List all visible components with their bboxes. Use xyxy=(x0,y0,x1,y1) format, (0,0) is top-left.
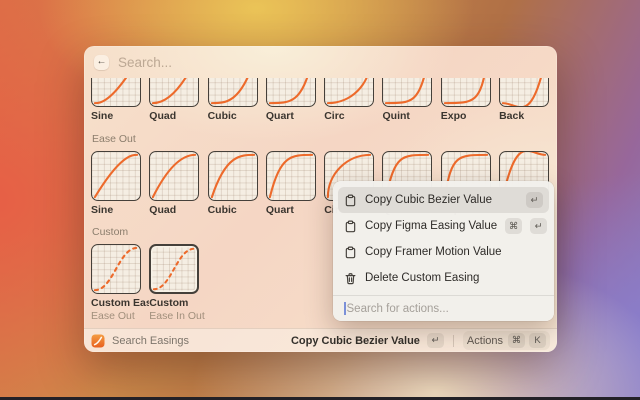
cmd-key-badge: ⌘ xyxy=(508,333,525,348)
menu-item-copy-cubic-bezier-value[interactable]: Copy Cubic Bezier Value ↵ xyxy=(338,187,549,213)
easing-card-custom-eas[interactable] xyxy=(91,244,141,294)
easing-curve-plot xyxy=(442,78,490,106)
easing-curve-plot xyxy=(150,78,198,106)
easing-card-circ[interactable] xyxy=(324,78,374,107)
menu-item-copy-framer-motion-value[interactable]: Copy Framer Motion Value xyxy=(338,239,549,265)
easing-name: Cubic xyxy=(208,110,266,122)
easing-card-quad[interactable] xyxy=(149,78,199,107)
section-ease-in: SineQuadCubicQuartCircQuintExpoBack xyxy=(91,78,550,122)
easing-cell: Quart xyxy=(266,78,316,122)
footer-bar: Search Easings Copy Cubic Bezier Value ↵… xyxy=(84,328,557,352)
easing-cell: Expo xyxy=(441,78,491,122)
section-header: Ease Out xyxy=(92,133,550,145)
easing-name: Sine xyxy=(91,110,149,122)
easing-curve-plot xyxy=(209,78,257,106)
easing-cell: Quad xyxy=(149,151,199,216)
easing-cell: Quad xyxy=(149,78,199,122)
easing-name: Circ xyxy=(324,110,382,122)
easing-curve-plot xyxy=(325,78,373,106)
back-button[interactable]: ← xyxy=(94,55,109,70)
easing-name: Quart xyxy=(266,204,324,216)
easing-name: Quint xyxy=(382,110,440,122)
trash-icon xyxy=(344,272,357,285)
action-search-placeholder: Search for actions... xyxy=(347,303,449,315)
easing-cell: Quint xyxy=(382,78,432,122)
app-icon xyxy=(91,334,105,348)
action-search-input[interactable]: Search for actions... xyxy=(333,296,554,321)
easing-card-quint[interactable] xyxy=(382,78,432,107)
easing-curve-plot xyxy=(267,152,315,200)
action-menu-popover: Copy Cubic Bezier Value↵Copy Figma Easin… xyxy=(333,181,554,321)
actions-button[interactable]: Actions ⌘ K xyxy=(463,331,550,350)
clipboard-icon xyxy=(344,246,357,259)
menu-item-copy-figma-easing-value[interactable]: Copy Figma Easing Value ⌘ ↵ xyxy=(338,213,549,239)
easing-curve-plot xyxy=(209,152,257,200)
menu-item-label: Delete Custom Easing xyxy=(365,272,543,284)
easing-row: SineQuadCubicQuartCircQuintExpoBack xyxy=(91,78,550,122)
menu-item-label: Copy Figma Easing Value xyxy=(365,220,497,232)
clipboard-icon xyxy=(344,194,357,207)
easing-card-sine[interactable] xyxy=(91,78,141,107)
raycast-window: ← Search... SineQuadCubicQuartCircQuintE… xyxy=(84,46,557,352)
menu-item-label: Copy Cubic Bezier Value xyxy=(365,194,518,206)
footer-primary-action[interactable]: Copy Cubic Bezier Value xyxy=(291,335,420,347)
easing-cell: Cubic xyxy=(208,151,258,216)
easing-name: Back xyxy=(499,110,557,122)
easing-card-expo[interactable] xyxy=(441,78,491,107)
easing-name: Custom Eas… xyxy=(91,297,149,309)
easing-name: Expo xyxy=(441,110,499,122)
easing-card-cubic[interactable] xyxy=(208,78,258,107)
easing-cell: Circ xyxy=(324,78,374,122)
easing-subtitle: Ease Out xyxy=(91,310,149,322)
easing-curve-plot xyxy=(267,78,315,106)
easing-subtitle: Ease In Out xyxy=(149,310,207,322)
easing-cell: Quart xyxy=(266,151,316,216)
easing-curve-plot xyxy=(150,152,198,200)
easing-curve-plot xyxy=(383,78,431,106)
easing-cell: Cubic xyxy=(208,78,258,122)
k-key-badge: K xyxy=(529,333,546,348)
menu-item-label: Copy Framer Motion Value xyxy=(365,246,543,258)
easing-curve-plot xyxy=(92,78,140,106)
search-input[interactable]: Search... xyxy=(118,55,172,70)
easing-name: Quad xyxy=(149,204,207,216)
actions-label: Actions xyxy=(467,335,503,347)
window-header: ← Search... xyxy=(84,46,557,78)
footer-app-name: Search Easings xyxy=(112,335,284,347)
easing-card-cubic[interactable] xyxy=(208,151,258,201)
easing-cell: Sine xyxy=(91,151,141,216)
action-menu-items: Copy Cubic Bezier Value↵Copy Figma Easin… xyxy=(333,187,554,291)
easing-name: Quart xyxy=(266,110,324,122)
easing-cell: CustomEase In Out xyxy=(149,244,199,322)
easing-name: Custom xyxy=(149,297,207,309)
desktop-background: ← Search... SineQuadCubicQuartCircQuintE… xyxy=(0,0,640,400)
easing-card-quart[interactable] xyxy=(266,78,316,107)
easing-name: Quad xyxy=(149,110,207,122)
easing-name: Cubic xyxy=(208,204,266,216)
easing-cell: Custom Eas…Ease Out xyxy=(91,244,141,322)
key-badge: ↵ xyxy=(526,192,543,208)
easing-curve-plot xyxy=(500,78,548,106)
key-badge: ↵ xyxy=(530,218,547,234)
clipboard-icon xyxy=(344,220,357,233)
easing-name: Sine xyxy=(91,204,149,216)
easing-card-quad[interactable] xyxy=(149,151,199,201)
easing-cell: Back xyxy=(499,78,549,122)
menu-item-delete-custom-easing[interactable]: Delete Custom Easing xyxy=(338,265,549,291)
easing-curve-plot xyxy=(92,152,140,200)
easing-curve-plot xyxy=(151,246,197,292)
text-caret xyxy=(344,302,346,315)
key-badge: ⌘ xyxy=(505,218,522,234)
easing-card-quart[interactable] xyxy=(266,151,316,201)
footer-divider xyxy=(453,335,454,347)
return-key-badge: ↵ xyxy=(427,333,444,348)
easing-card-sine[interactable] xyxy=(91,151,141,201)
easing-card-custom[interactable] xyxy=(149,244,199,294)
easing-curve-plot xyxy=(92,245,140,293)
easing-card-back[interactable] xyxy=(499,78,549,107)
easing-cell: Sine xyxy=(91,78,141,122)
